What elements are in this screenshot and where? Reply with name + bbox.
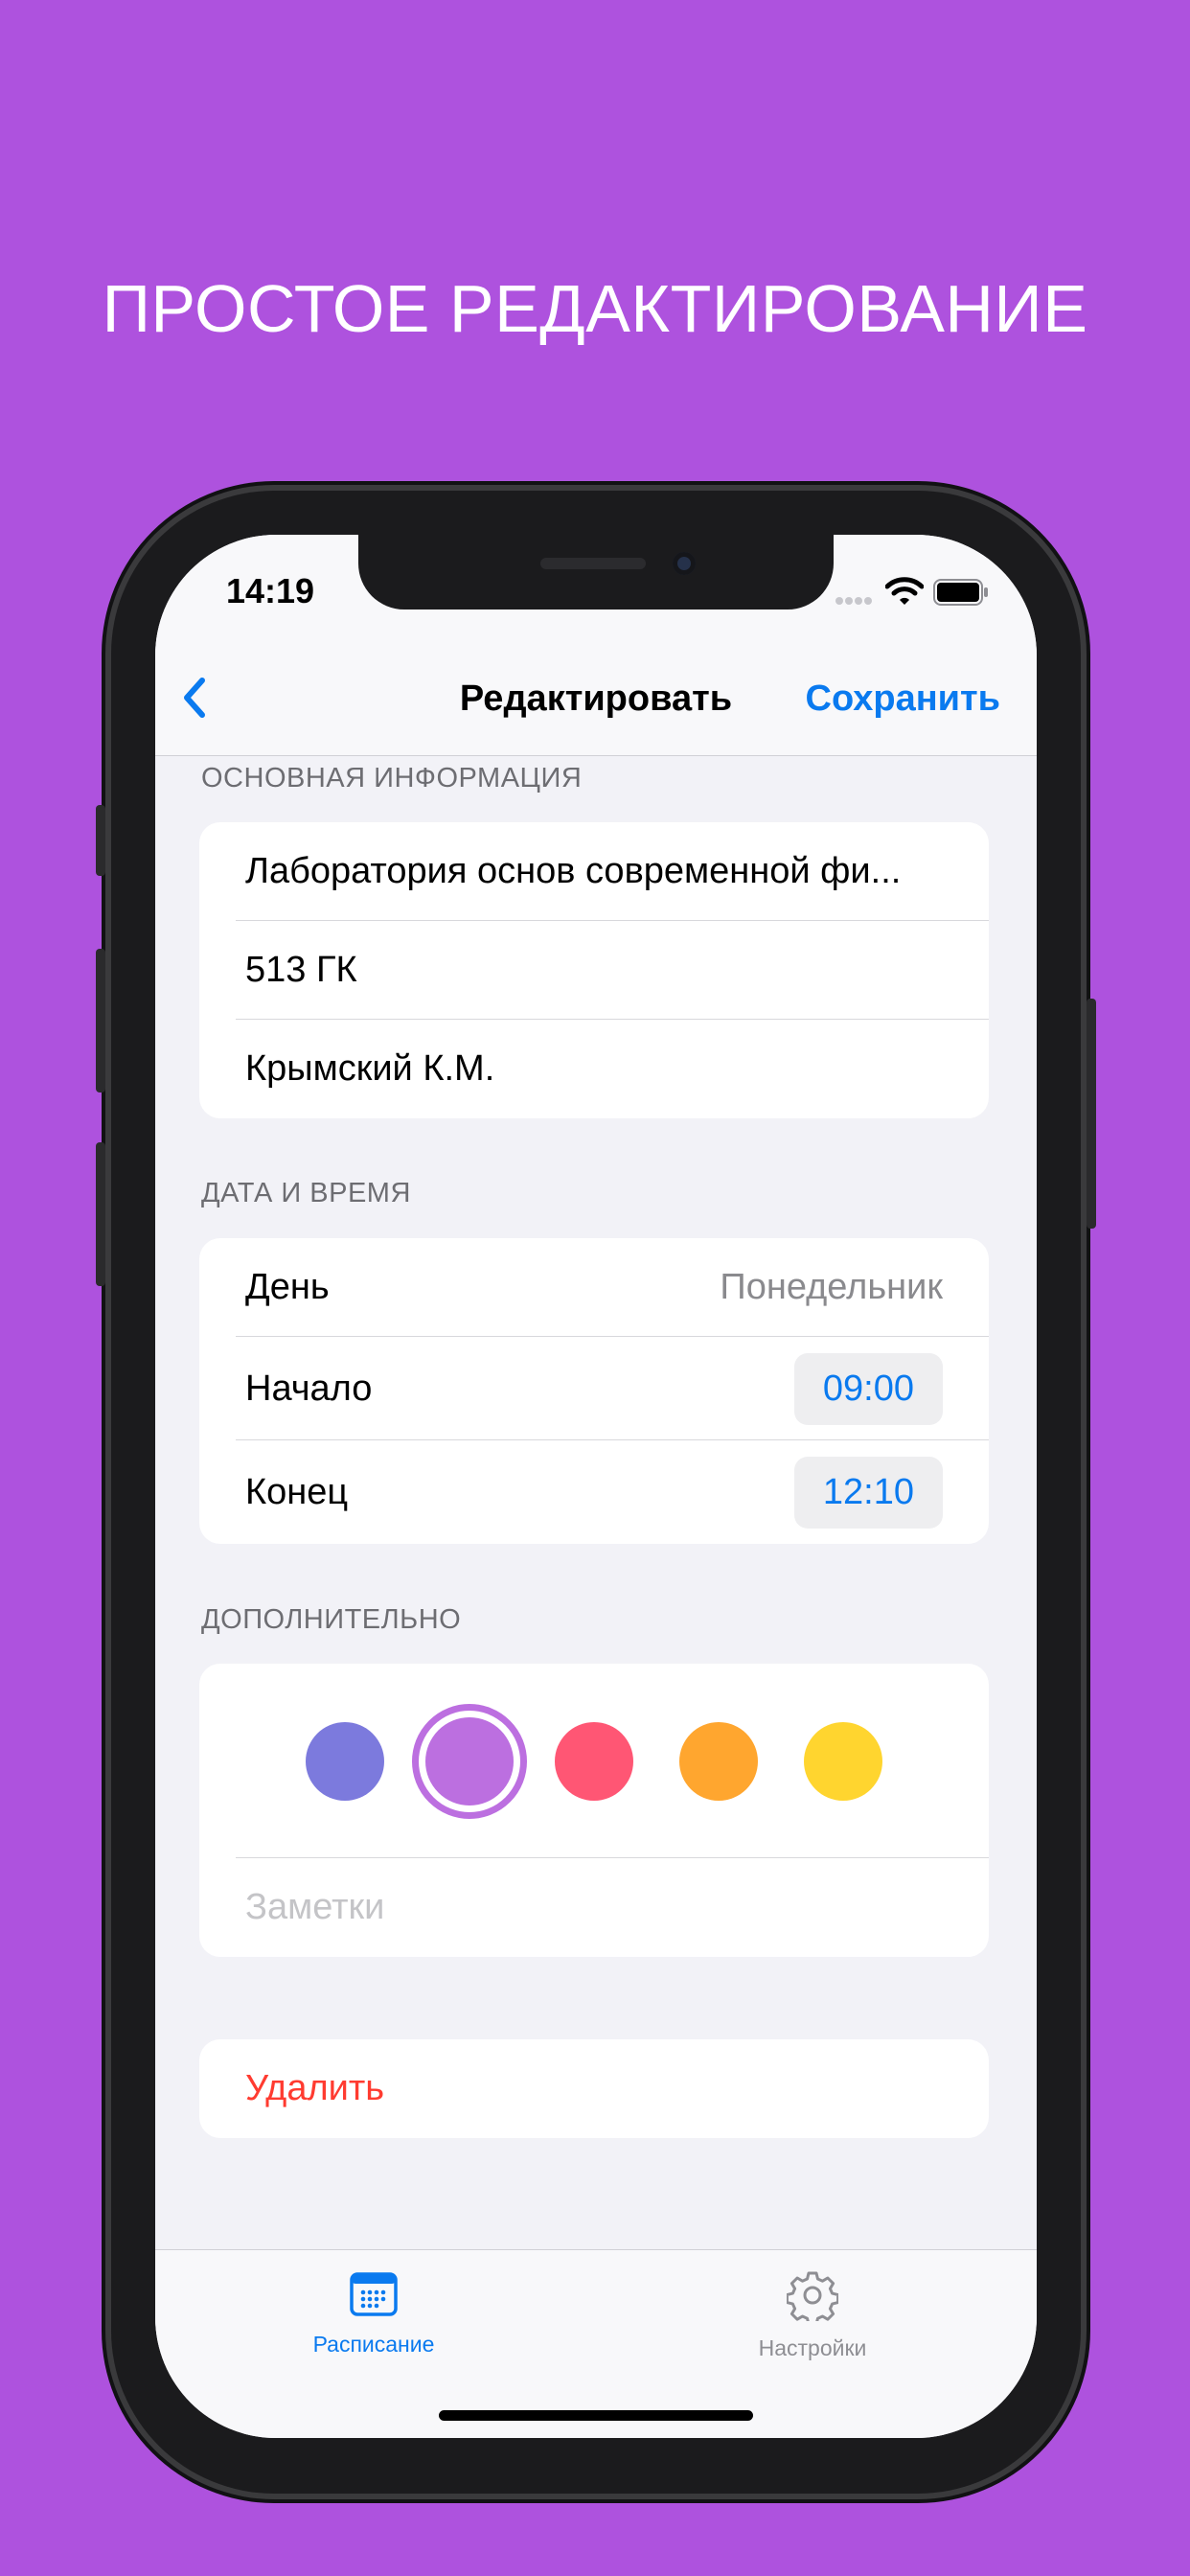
room-field[interactable]: 513 ГК bbox=[199, 921, 989, 1020]
tab-settings-label: Настройки bbox=[758, 2335, 867, 2360]
color-swatch-1[interactable] bbox=[306, 1721, 384, 1801]
subject-value: Лаборатория основ современной фи... bbox=[245, 851, 902, 891]
color-swatch-3[interactable] bbox=[555, 1721, 633, 1801]
phone-screen: 14:19 Редактировать Сохранить ОСНОВНАЯ И… bbox=[155, 535, 1037, 2438]
notes-placeholder: Заметки bbox=[245, 1887, 385, 1927]
day-value: Понедельник bbox=[720, 1267, 943, 1307]
day-row[interactable]: День Понедельник bbox=[199, 1238, 989, 1337]
end-label: Конец bbox=[245, 1471, 349, 1512]
save-button[interactable]: Сохранить bbox=[806, 678, 1000, 720]
wifi-icon bbox=[885, 577, 924, 605]
color-swatch-2[interactable] bbox=[412, 1703, 527, 1819]
end-time-row: Конец 12:10 bbox=[199, 1440, 989, 1544]
teacher-value: Крымский К.М. bbox=[245, 1048, 495, 1089]
room-value: 513 ГК bbox=[245, 950, 357, 990]
silent-switch bbox=[96, 805, 105, 876]
promo-headline: ПРОСТОЕ РЕДАКТИРОВАНИЕ bbox=[102, 271, 1088, 346]
teacher-field[interactable]: Крымский К.М. bbox=[199, 1020, 989, 1118]
front-camera bbox=[673, 552, 696, 575]
tab-schedule-label: Расписание bbox=[312, 2332, 435, 2357]
cellular-signal-icon bbox=[835, 597, 872, 605]
datetime-card: День Понедельник Начало 09:00 Конец 12:1… bbox=[199, 1238, 989, 1544]
earpiece-speaker bbox=[540, 558, 646, 569]
tab-settings[interactable]: Настройки bbox=[698, 2269, 927, 2361]
phone-frame: 14:19 Редактировать Сохранить ОСНОВНАЯ И… bbox=[96, 491, 1096, 2494]
start-label: Начало bbox=[245, 1368, 373, 1409]
delete-card: Удалить bbox=[199, 2039, 989, 2138]
notes-field[interactable]: Заметки bbox=[199, 1858, 989, 1957]
status-time: 14:19 bbox=[226, 571, 315, 610]
end-time-picker[interactable]: 12:10 bbox=[793, 1456, 943, 1529]
navigation-bar: Редактировать Сохранить bbox=[155, 642, 1037, 756]
start-time-picker[interactable]: 09:00 bbox=[793, 1352, 943, 1425]
day-label: День bbox=[245, 1267, 330, 1307]
color-swatch-5[interactable] bbox=[804, 1721, 882, 1801]
power-button bbox=[1087, 999, 1096, 1229]
home-indicator bbox=[439, 2410, 753, 2421]
extra-card: Заметки bbox=[199, 1664, 989, 1957]
basic-info-card: Лаборатория основ современной фи... 513 … bbox=[199, 822, 989, 1118]
delete-button[interactable]: Удалить bbox=[199, 2039, 989, 2138]
section-header-extra: ДОПОЛНИТЕЛЬНО bbox=[201, 1604, 462, 1635]
subject-field[interactable]: Лаборатория основ современной фи... bbox=[199, 822, 989, 921]
start-time-row: Начало 09:00 bbox=[199, 1337, 989, 1440]
tab-bar: Расписание Настройки bbox=[155, 2249, 1037, 2438]
delete-label: Удалить bbox=[245, 2068, 385, 2108]
calendar-icon bbox=[350, 2272, 398, 2316]
volume-up-button bbox=[96, 949, 105, 1092]
tab-schedule[interactable]: Расписание bbox=[259, 2269, 489, 2358]
volume-down-button bbox=[96, 1142, 105, 1286]
section-header-datetime: ДАТА И ВРЕМЯ bbox=[201, 1178, 411, 1208]
color-swatch-4[interactable] bbox=[679, 1721, 758, 1801]
battery-icon bbox=[933, 579, 988, 606]
gear-icon bbox=[785, 2271, 840, 2326]
section-header-basic-info: ОСНОВНАЯ ИНФОРМАЦИЯ bbox=[201, 763, 583, 794]
notch bbox=[358, 535, 834, 610]
color-picker bbox=[199, 1664, 989, 1858]
